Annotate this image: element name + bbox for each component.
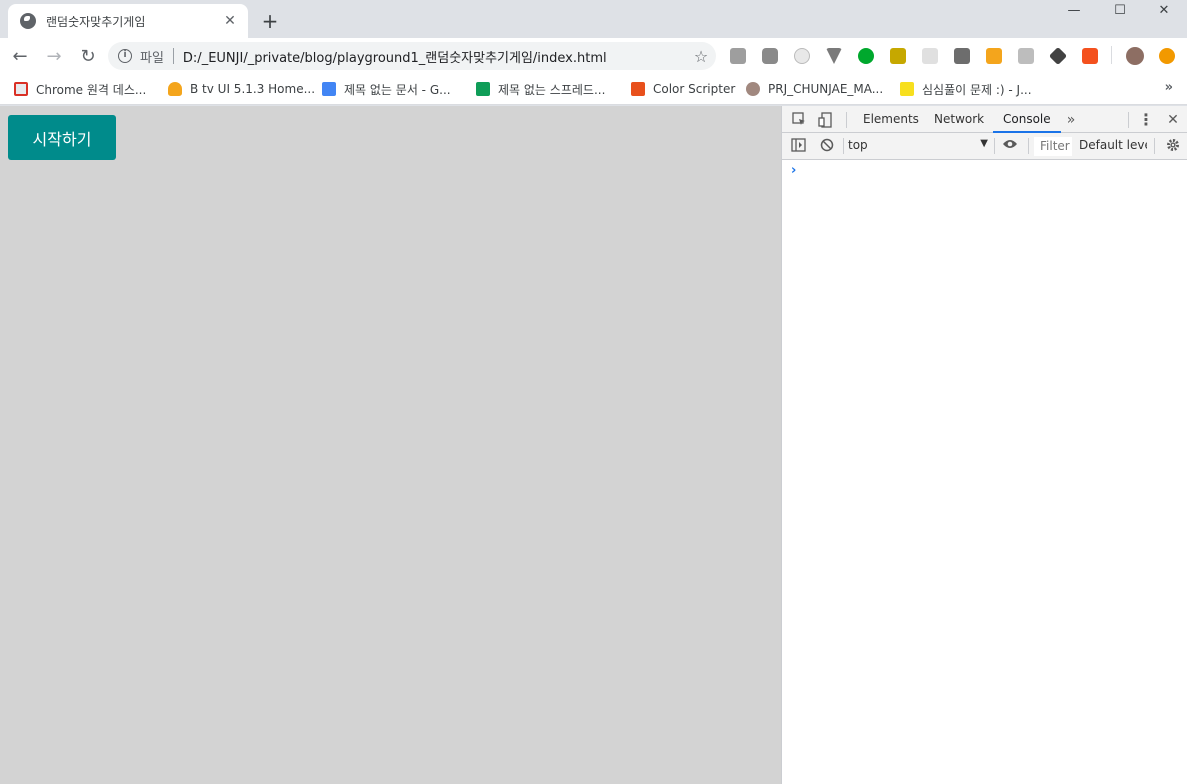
tab-elements[interactable]: Elements xyxy=(853,106,929,133)
remote-desktop-icon xyxy=(14,82,28,96)
forward-button[interactable]: → xyxy=(40,42,68,70)
devtools-panel: Elements Network Console » ⋮ ✕ top ▼ Fil… xyxy=(781,106,1187,784)
bookmark-item[interactable]: Chrome 원격 데스... xyxy=(14,80,146,98)
browser-window: 랜덤숫자맞추기게임 ✕ + — ☐ ✕ ← → ↻ i 파일 D:/_EUNJI… xyxy=(0,0,1187,784)
tab-close-icon[interactable]: ✕ xyxy=(222,13,238,29)
update-alert-icon[interactable] xyxy=(1159,48,1175,64)
bookmark-item[interactable]: 제목 없는 스프레드... xyxy=(476,80,605,98)
eye-icon[interactable] xyxy=(1002,138,1018,154)
devtools-divider xyxy=(1154,138,1155,154)
url-scheme: 파일 xyxy=(140,50,164,66)
bookmark-label: B tv UI 5.1.3 Home... xyxy=(190,82,316,96)
translate-icon[interactable] xyxy=(1082,48,1098,64)
ladder-icon[interactable] xyxy=(890,48,906,64)
bookmark-item[interactable]: 심심풀이 문제 :) - J... xyxy=(900,80,1032,98)
devtools-divider xyxy=(843,138,844,154)
tab-network[interactable]: Network xyxy=(924,106,994,133)
profile-avatar[interactable] xyxy=(1126,47,1144,65)
console-prompt-icon[interactable]: › xyxy=(791,163,796,178)
bookmark-item[interactable]: 제목 없는 문서 - G... xyxy=(322,80,451,98)
inspect-element-icon[interactable] xyxy=(791,112,807,128)
console-toolbar: top ▼ Filter Default levels xyxy=(782,133,1187,160)
evernote-icon[interactable] xyxy=(858,48,874,64)
js-search-icon[interactable] xyxy=(1018,48,1034,64)
tab-active[interactable]: 랜덤숫자맞추기게임 ✕ xyxy=(8,4,248,38)
camera-icon[interactable] xyxy=(762,48,778,64)
devtools-tabbar: Elements Network Console » ⋮ ✕ xyxy=(782,106,1187,133)
devtools-divider xyxy=(846,112,847,128)
bookmark-item[interactable]: PRJ_CHUNJAE_MA... xyxy=(746,80,883,98)
device-toolbar-icon[interactable] xyxy=(817,112,833,128)
google-docs-icon xyxy=(322,82,336,96)
bookmark-label: Chrome 원격 데스... xyxy=(36,82,147,97)
url-text[interactable]: D:/_EUNJI/_private/blog/playground1_랜덤숫자… xyxy=(183,47,686,66)
bookmark-star-icon[interactable]: ☆ xyxy=(686,47,716,66)
ex-icon[interactable] xyxy=(730,48,746,64)
js-icon xyxy=(900,82,914,96)
minimize-button[interactable]: — xyxy=(1051,0,1097,22)
log-levels-dropdown[interactable]: Default levels xyxy=(1079,138,1147,152)
toolbar: ← → ↻ i 파일 D:/_EUNJI/_private/blog/playg… xyxy=(0,38,1187,74)
dial-icon[interactable] xyxy=(794,48,810,64)
btv-icon xyxy=(168,82,182,96)
maximize-button[interactable]: ☐ xyxy=(1097,0,1143,22)
jenkins-icon xyxy=(746,82,760,96)
toolbar-divider xyxy=(1111,46,1112,64)
context-selector[interactable]: top ▼ xyxy=(848,138,988,155)
more-tabs-icon[interactable]: » xyxy=(1063,112,1079,128)
clear-console-icon[interactable] xyxy=(819,138,835,154)
tab-console[interactable]: Console xyxy=(993,106,1061,133)
url-separator xyxy=(172,48,174,64)
devtools-divider xyxy=(994,138,995,154)
sidebar-toggle-icon[interactable] xyxy=(790,138,806,154)
grid-icon[interactable] xyxy=(922,48,938,64)
hex-icon[interactable] xyxy=(986,48,1002,64)
bookmark-item[interactable]: B tv UI 5.1.3 Home... xyxy=(168,80,315,98)
devtools-divider xyxy=(1128,112,1129,128)
page-viewport: 시작하기 xyxy=(0,106,781,784)
address-bar[interactable]: i 파일 D:/_EUNJI/_private/blog/playground1… xyxy=(108,42,716,70)
kebab-menu-icon[interactable]: ⋮ xyxy=(1138,112,1154,128)
info-icon[interactable]: i xyxy=(118,49,132,63)
bookmark-item[interactable]: Color Scripter xyxy=(631,80,735,98)
context-value: top xyxy=(848,138,868,152)
bookmark-label: Color Scripter xyxy=(653,82,736,96)
bookmarks-bar: Chrome 원격 데스... B tv UI 5.1.3 Home... 제목… xyxy=(0,74,1187,105)
start-button[interactable]: 시작하기 xyxy=(8,115,116,160)
bookmark-label: PRJ_CHUNJAE_MA... xyxy=(768,82,884,96)
window-icon[interactable] xyxy=(954,48,970,64)
filter-input[interactable]: Filter xyxy=(1034,137,1072,156)
chevron-down-icon: ▼ xyxy=(980,138,988,149)
new-tab-button[interactable]: + xyxy=(258,9,282,33)
back-button[interactable]: ← xyxy=(6,42,34,70)
tab-title: 랜덤숫자맞추기게임 xyxy=(46,14,146,29)
devtools-divider xyxy=(1028,138,1029,154)
close-devtools-icon[interactable]: ✕ xyxy=(1165,112,1181,128)
window-close-button[interactable]: ✕ xyxy=(1141,0,1187,22)
tab-strip: 랜덤숫자맞추기게임 ✕ + — ☐ ✕ xyxy=(0,0,1187,38)
globe-icon xyxy=(20,13,36,29)
google-sheets-icon xyxy=(476,82,490,96)
bookmark-label: 제목 없는 스프레드... xyxy=(498,82,606,97)
color-scripter-icon xyxy=(631,82,645,96)
reload-button[interactable]: ↻ xyxy=(74,42,102,70)
bookmarks-overflow-button[interactable]: » xyxy=(1165,80,1173,95)
gear-icon[interactable] xyxy=(1165,138,1181,154)
bookmark-label: 제목 없는 문서 - G... xyxy=(344,82,451,97)
bookmark-label: 심심풀이 문제 :) - J... xyxy=(922,82,1032,97)
